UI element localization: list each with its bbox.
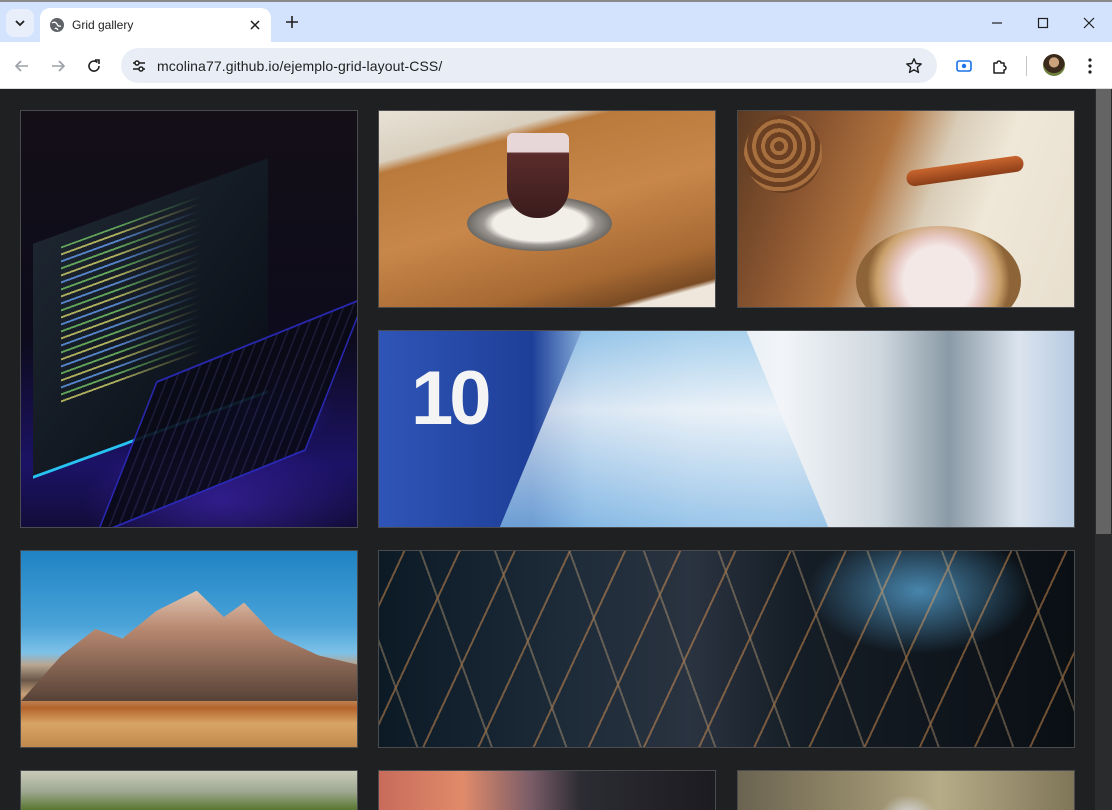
back-button[interactable] [8,52,36,80]
minimize-icon [992,22,1002,24]
tab-title: Grid gallery [72,18,134,32]
menu-button[interactable] [1078,54,1102,78]
tab-close-button[interactable] [245,15,265,35]
tune-icon [133,60,145,72]
flag-cape [499,331,829,527]
kebab-menu-icon [1088,58,1092,74]
forward-button[interactable] [44,52,72,80]
photo-laptop [20,110,358,528]
new-tab-button[interactable] [280,10,304,34]
plus-icon [286,16,298,28]
tab-strip: Grid gallery [0,0,1112,44]
photo-coffee [378,110,716,308]
extensions-puzzle-icon [993,60,1007,74]
photo-hills [20,770,358,810]
maximize-button[interactable] [1020,8,1066,38]
close-icon [250,20,260,30]
close-icon [1083,17,1095,29]
screencast-button[interactable] [952,54,976,78]
photo-cocoa [737,110,1075,308]
tab-grid-gallery[interactable]: Grid gallery [40,8,271,44]
forward-arrow-icon [52,60,66,72]
reload-icon [88,59,100,72]
address-bar[interactable]: mcolina77.github.io/ejemplo-grid-layout-… [121,48,937,83]
photo-mountains [20,550,358,748]
scrollbar-thumb[interactable] [1096,89,1111,534]
bookmark-button[interactable] [903,55,925,77]
site-info-button[interactable] [127,54,151,78]
globe-icon [50,18,64,32]
browser-toolbar: mcolina77.github.io/ejemplo-grid-layout-… [0,42,1112,89]
window-close-button[interactable] [1066,8,1112,38]
extensions-button[interactable] [988,54,1012,78]
photo-fans: 10 [378,330,1075,528]
welding-sparks [379,551,1074,747]
drink-glass [507,133,569,218]
url-text[interactable]: mcolina77.github.io/ejemplo-grid-layout-… [157,58,442,74]
jersey-number: 10 [411,356,492,441]
mountain-peaks [21,590,357,701]
marshmallow-bowl [856,226,1021,307]
photo-city [378,770,716,810]
reload-button[interactable] [80,52,108,80]
star-icon [906,58,922,74]
maximize-icon [1037,17,1049,29]
screencast-icon [956,60,972,72]
tab-search-button[interactable] [6,9,34,37]
back-arrow-icon [14,60,28,72]
chevron-down-icon [15,20,25,27]
toolbar-separator [1026,56,1027,76]
profile-avatar[interactable] [1043,54,1065,76]
minimize-button[interactable] [974,8,1020,38]
page-viewport: 10 [0,89,1112,810]
photo-welder [378,550,1075,748]
cinnamon-stick [905,154,1025,188]
photo-pot [737,770,1075,810]
pine-cone [744,115,822,193]
